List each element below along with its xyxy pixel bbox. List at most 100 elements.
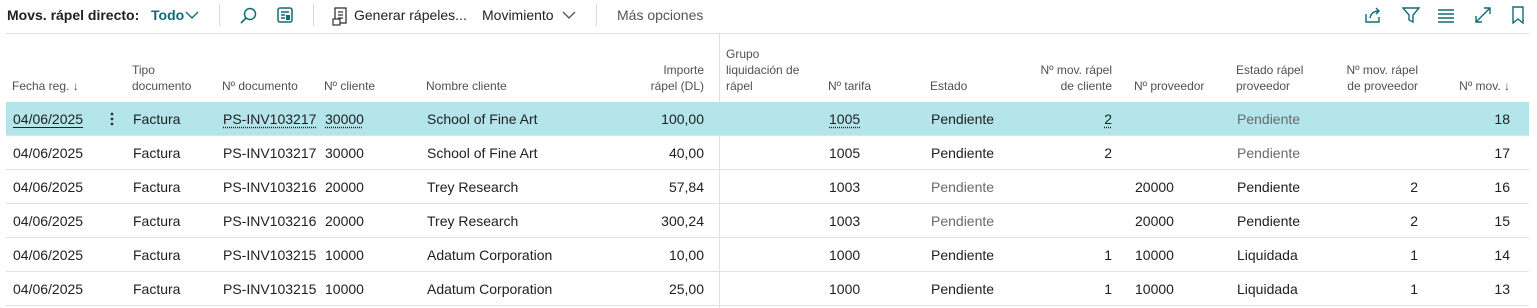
cell-nmov: 17 (1494, 145, 1510, 161)
cell-estado: Pendiente (931, 213, 995, 229)
header-line: Nº mov. rápel (1346, 63, 1418, 77)
col-header-estado-proveedor[interactable]: Estado rápel proveedor (1236, 62, 1303, 94)
cell-fecha[interactable]: 04/06/2025 (13, 213, 83, 229)
cell-fecha[interactable]: 04/06/2025 (13, 179, 83, 195)
cell-importe: 300,24 (661, 213, 704, 229)
table-row[interactable]: 04/06/2025 Factura PS-INV103215 10000 Ad… (6, 238, 1529, 272)
cell-estado-proveedor: Liquidada (1237, 281, 1298, 297)
col-header-tipo[interactable]: Tipo documento (132, 62, 191, 94)
cell-importe: 100,00 (661, 111, 704, 127)
cell-fecha[interactable]: 04/06/2025 (13, 145, 83, 161)
cell-ndoc[interactable]: PS-INV103215 (223, 247, 316, 263)
header-line: Tipo (132, 63, 155, 77)
table-row[interactable]: 04/06/2025 Factura PS-INV103217 30000 Sc… (6, 136, 1529, 170)
expand-icon[interactable] (1474, 6, 1492, 24)
cell-nmov-cliente[interactable]: 2 (1016, 111, 1112, 127)
cell-ncliente[interactable]: 10000 (325, 247, 364, 263)
cell-nmov-cliente[interactable]: 2 (1016, 145, 1112, 161)
header-line: documento (132, 79, 192, 93)
cell-ncliente[interactable]: 10000 (325, 281, 364, 297)
cell-tarifa[interactable]: 1000 (829, 281, 860, 297)
cell-fecha[interactable]: 04/06/2025 (13, 281, 83, 297)
chevron-down-icon[interactable] (562, 10, 576, 20)
cell-importe: 57,84 (668, 179, 704, 195)
filter-icon[interactable] (1402, 6, 1420, 24)
col-header-importe[interactable]: Importe rápel (DL) (606, 62, 704, 94)
col-header-nproveedor[interactable]: Nº proveedor (1134, 78, 1204, 94)
col-header-estado[interactable]: Estado (930, 78, 967, 94)
header-line: proveedor (1236, 79, 1291, 93)
table-row[interactable]: 04/06/2025 Factura PS-INV103216 20000 Tr… (6, 204, 1529, 238)
header-line: rápel (726, 79, 753, 93)
cell-tipo: Factura (133, 247, 181, 263)
cell-estado-proveedor: Pendiente (1237, 213, 1301, 229)
edit-list-icon[interactable] (276, 6, 294, 24)
header-line: de cliente (1060, 79, 1112, 93)
table-row[interactable]: 04/06/2025 Factura PS-INV103217 30000 Sc… (6, 102, 1529, 136)
more-actions-icon[interactable] (109, 111, 115, 127)
divider (313, 4, 314, 26)
cell-tarifa[interactable]: 1005 (829, 111, 860, 127)
cell-estado-proveedor: Pendiente (1237, 145, 1301, 161)
cell-estado-proveedor: Pendiente (1237, 111, 1301, 127)
cell-tipo: Factura (133, 179, 181, 195)
cell-tarifa[interactable]: 1003 (829, 213, 860, 229)
cell-tarifa[interactable]: 1005 (829, 145, 860, 161)
cell-nombre: Trey Research (427, 213, 519, 229)
cell-nmov-cliente[interactable]: 1 (1016, 281, 1112, 297)
cell-ndoc[interactable]: PS-INV103217 (223, 145, 316, 161)
header-line: Grupo (726, 47, 760, 61)
cell-ndoc[interactable]: PS-INV103217 (223, 111, 316, 127)
cell-fecha[interactable]: 04/06/2025 (13, 247, 83, 263)
table-row[interactable]: 04/06/2025 Factura PS-INV103215 10000 Ad… (6, 272, 1529, 306)
cell-ncliente[interactable]: 20000 (325, 213, 364, 229)
cell-nmov-proveedor: 1 (1410, 247, 1418, 263)
cell-ncliente[interactable]: 30000 (325, 111, 364, 127)
search-icon[interactable] (239, 6, 259, 26)
list-view-icon[interactable] (1437, 6, 1455, 24)
cell-estado-proveedor: Liquidada (1237, 247, 1298, 263)
col-header-fecha[interactable]: Fecha reg. ↓ (12, 78, 79, 94)
cell-estado-proveedor: Pendiente (1237, 179, 1301, 195)
cell-nproveedor: 20000 (1135, 213, 1174, 229)
col-header-tarifa[interactable]: Nº tarifa (828, 78, 871, 94)
more-options-button[interactable]: Más opciones (617, 7, 703, 23)
cell-estado: Pendiente (931, 247, 995, 263)
cell-fecha[interactable]: 04/06/2025 (13, 111, 83, 127)
table-row[interactable]: 04/06/2025 Factura PS-INV103216 20000 Tr… (6, 170, 1529, 204)
cell-nmov-cliente[interactable]: 1 (1016, 247, 1112, 263)
header-line: Importe (663, 63, 704, 77)
cell-estado: Pendiente (931, 179, 995, 195)
chevron-down-icon[interactable] (185, 10, 199, 20)
share-icon[interactable] (1364, 6, 1382, 24)
filter-view-button[interactable]: Todo (151, 7, 184, 23)
cell-ncliente[interactable]: 30000 (325, 145, 364, 161)
cell-nombre: School of Fine Art (427, 145, 538, 161)
header-line: liquidación de (726, 63, 800, 77)
cell-ncliente[interactable]: 20000 (325, 179, 364, 195)
cell-ndoc[interactable]: PS-INV103215 (223, 281, 316, 297)
cell-ndoc[interactable]: PS-INV103216 (223, 213, 316, 229)
col-header-grupo[interactable]: Grupo liquidación de rápel (726, 46, 799, 94)
bookmark-icon[interactable] (1511, 6, 1525, 24)
cell-nproveedor: 10000 (1135, 247, 1174, 263)
header-line: de proveedor (1347, 79, 1418, 93)
col-header-ndoc[interactable]: Nº documento (222, 78, 298, 94)
movement-menu[interactable]: Movimiento (482, 7, 554, 23)
col-header-nmov-cliente[interactable]: Nº mov. rápel de cliente (1016, 62, 1112, 94)
cell-nproveedor: 10000 (1135, 281, 1174, 297)
col-header-ncliente[interactable]: Nº cliente (324, 78, 375, 94)
col-header-nmov[interactable]: Nº mov. ↓ (1426, 78, 1510, 94)
cell-nmov: 16 (1494, 179, 1510, 195)
cell-estado: Pendiente (931, 145, 995, 161)
cell-nproveedor: 20000 (1135, 179, 1174, 195)
cell-tarifa[interactable]: 1003 (829, 179, 860, 195)
cell-ndoc[interactable]: PS-INV103216 (223, 179, 316, 195)
cell-importe: 25,00 (668, 281, 704, 297)
generate-rebates-button[interactable]: Generar rápeles... (354, 7, 467, 23)
col-header-nmov-proveedor[interactable]: Nº mov. rápel de proveedor (1322, 62, 1418, 94)
divider (596, 4, 597, 26)
cell-nmov: 18 (1494, 111, 1510, 127)
col-header-nombre[interactable]: Nombre cliente (426, 78, 507, 94)
cell-tarifa[interactable]: 1000 (829, 247, 860, 263)
